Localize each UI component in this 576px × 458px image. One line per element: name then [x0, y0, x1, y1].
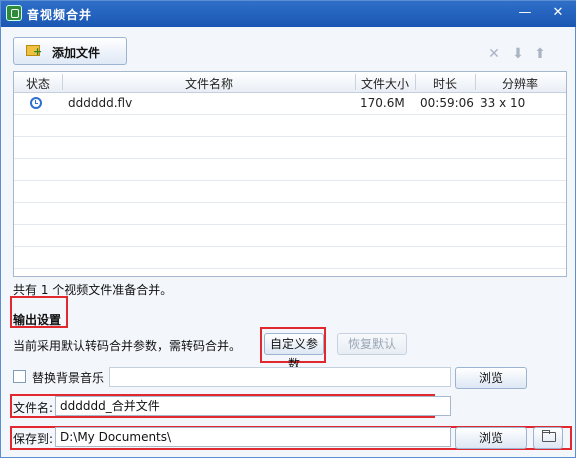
open-folder-button[interactable]: [533, 427, 563, 449]
saveto-label: 保存到:: [13, 432, 54, 446]
bgm-label[interactable]: 替换背景音乐: [32, 369, 104, 386]
bgm-checkbox[interactable]: [13, 370, 26, 383]
header-size[interactable]: 文件大小: [356, 75, 414, 92]
title-bar[interactable]: 音视频合并 — ✕: [1, 1, 576, 27]
move-down-icon[interactable]: ⬇: [511, 47, 525, 61]
custom-params-button[interactable]: 自定义参数: [264, 333, 324, 371]
open-folder-icon: [542, 430, 556, 442]
row-resolution: 33 x 10: [480, 96, 526, 110]
bgm-input[interactable]: [109, 367, 451, 387]
section-title: 输出设置: [13, 313, 62, 327]
file-table: 状态 文件名称 文件大小 时长 分辨率 dddddd.flv 170.6M 00…: [13, 71, 567, 277]
header-resolution[interactable]: 分辨率: [476, 75, 564, 92]
app-icon: [6, 5, 22, 21]
filename-label: 文件名:: [13, 401, 54, 415]
row-duration: 00:59:06: [420, 96, 474, 110]
move-up-icon[interactable]: ⬆: [533, 47, 547, 61]
folder-add-icon: [26, 45, 42, 58]
param-text: 当前采用默认转码合并参数，需转码合并。: [13, 339, 242, 353]
table-header: 状态 文件名称 文件大小 时长 分辨率: [14, 72, 566, 93]
add-file-button[interactable]: 添加文件: [13, 37, 127, 65]
header-name[interactable]: 文件名称: [63, 75, 355, 92]
header-status[interactable]: 状态: [20, 75, 56, 92]
add-file-label: 添加文件: [52, 46, 101, 60]
bgm-browse-button[interactable]: 浏览: [455, 367, 527, 389]
saveto-browse-button[interactable]: 浏览: [455, 427, 527, 449]
row-size: 170.6M: [360, 96, 405, 110]
delete-x-icon[interactable]: ✕: [487, 47, 501, 61]
header-duration[interactable]: 时长: [416, 75, 474, 92]
minimize-button[interactable]: —: [515, 4, 535, 22]
merge-window: 音视频合并 — ✕ 添加文件 ✕ ⬇ ⬆ 状态 文件名称 文件大小 时长 分辨率…: [0, 0, 576, 458]
saveto-input[interactable]: D:\My Documents\: [55, 427, 451, 447]
filename-input[interactable]: dddddd_合并文件: [55, 396, 451, 416]
window-title: 音视频合并: [27, 8, 93, 22]
clock-icon: [30, 97, 42, 109]
close-button[interactable]: ✕: [548, 4, 568, 22]
row-name: dddddd.flv: [68, 96, 133, 110]
restore-default-button[interactable]: 恢复默认: [337, 333, 407, 355]
